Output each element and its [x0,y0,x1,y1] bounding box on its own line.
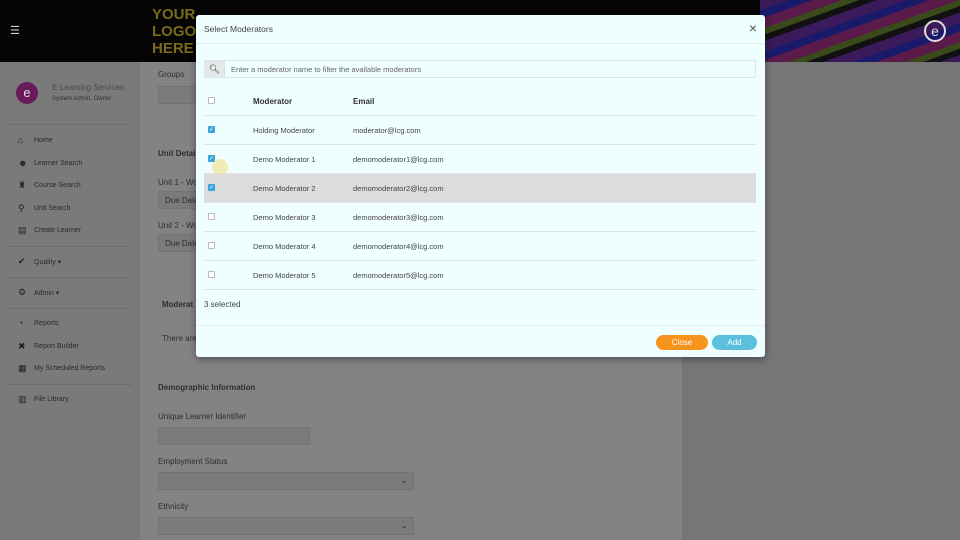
chevron-down-icon: ⌄ [401,521,408,530]
search-icon: 🔍︎ [205,61,225,77]
table-row[interactable]: Demo Moderator 4 demomoderator4@lcg.com [204,232,756,261]
add-button[interactable]: Add [712,335,757,350]
sidebar-item-report-builder[interactable]: ✖ Report Builder [18,341,79,352]
uli-label: Unique Learner Identifier [158,412,247,421]
unit2-label: Unit 2 - Wo [158,221,198,230]
moderator-name: Demo Moderator 5 [253,271,316,280]
row-checkbox[interactable]: ✓ [208,126,215,133]
library-icon: ▥ [18,394,27,404]
org-logo-icon: e [16,82,38,104]
employment-select[interactable]: ⌄ [158,472,414,490]
hamburger-menu-icon[interactable]: ☰ [10,24,20,37]
moderator-name: Demo Moderator 4 [253,242,316,251]
row-checkbox[interactable] [208,213,215,220]
groups-label: Groups [158,70,185,79]
calendar-icon: ▦ [18,363,27,373]
brand-logo-icon: e [924,20,946,42]
table-row[interactable]: Demo Moderator 3 demomoderator3@lcg.com [204,203,756,232]
cursor-highlight [212,159,228,175]
user-role: System Admin, Owner [52,96,112,102]
home-icon: ⌂ [18,135,24,145]
moderator-email: demomoderator2@lcg.com [353,184,444,193]
moderator-search: 🔍︎ [204,60,756,78]
employment-label: Employment Status [158,457,228,466]
sidebar-item-scheduled-reports[interactable]: ▦ My Scheduled Reports [18,363,105,374]
sidebar: e E-Learning Services System Admin, Owne… [0,62,140,540]
uli-input[interactable] [158,427,310,445]
selected-count: 3 selected [204,300,241,309]
moderator-email: demomoderator5@lcg.com [353,271,444,280]
select-moderators-modal: Select Moderators × 🔍︎ Moderator Email ✓… [196,15,765,357]
no-moderators-text: There are [162,334,197,343]
graduate-icon: ♜ [18,180,27,190]
ethnicity-select[interactable]: ⌄ [158,517,414,535]
moderator-email: demomoderator4@lcg.com [353,242,444,251]
moderator-email: demomoderator1@lcg.com [353,155,444,164]
table-row[interactable]: ✓ Demo Moderator 1 demomoderator1@lcg.com [204,145,756,175]
moderator-filter-input[interactable] [231,63,751,75]
ethnicity-label: Ethnicity [158,502,189,511]
table-row[interactable]: Demo Moderator 5 demomoderator5@lcg.com [204,261,756,290]
moderator-name: Holding Moderator [253,126,315,135]
sidebar-item-home[interactable]: ⌂ Home [18,135,53,145]
moderator-email: moderator@lcg.com [353,126,421,135]
row-checkbox[interactable] [208,271,215,278]
sidebar-item-learner-search[interactable]: ☻ Learner Search [18,158,82,168]
unit1-label: Unit 1 - Wo [158,178,198,187]
org-brand: e E-Learning Services System Admin, Owne… [8,76,132,112]
sidebar-item-file-library[interactable]: ▥ File Library [18,394,69,405]
table-row[interactable]: ✓ Demo Moderator 2 demomoderator2@lcg.com [204,174,756,203]
sidebar-item-create-learner[interactable]: ▤ Create Learner [18,225,81,236]
modal-title: Select Moderators [204,24,273,34]
row-checkbox[interactable] [208,242,215,249]
table-row[interactable]: ✓ Holding Moderator moderator@lcg.com [204,116,756,145]
modal-header: Select Moderators × [196,15,765,44]
clipboard-icon: ▤ [18,225,27,235]
table-header: Moderator Email [204,87,756,116]
tools-icon: ✖ [18,341,26,351]
gears-icon: ⚙ [18,287,27,297]
moderator-email: demomoderator3@lcg.com [353,213,444,222]
pie-chart-icon: ◔ [18,318,24,328]
chevron-down-icon: ⌄ [401,476,408,485]
row-checkbox[interactable]: ✓ [208,184,215,191]
moderator-name: Demo Moderator 2 [253,184,316,193]
sidebar-item-unit-search[interactable]: ⚲ Unit Search [18,203,71,214]
org-name: E-Learning Services [52,83,125,92]
skier-icon: ⚲ [18,203,25,213]
unit-details-heading: Unit Detai [158,149,196,158]
demographic-heading: Demographic Information [158,383,256,392]
check-badge-icon: ✔ [18,256,26,266]
sidebar-item-course-search[interactable]: ♜ Course Search [18,180,81,191]
close-button[interactable]: Close [656,335,708,350]
sidebar-item-reports[interactable]: ◔ Reports [18,318,59,328]
moderators-heading: Moderat [162,300,194,309]
select-all-checkbox[interactable] [208,97,215,104]
moderator-name: Demo Moderator 3 [253,213,316,222]
close-icon[interactable]: × [749,20,757,36]
logo: YOUR LOGO HERE [152,6,197,57]
sidebar-item-admin[interactable]: ⚙ Admin ▾ [18,287,59,298]
sidebar-item-quality[interactable]: ✔ Quality ▾ [18,256,61,267]
user-icon: ☻ [18,158,28,168]
moderator-name: Demo Moderator 1 [253,155,316,164]
